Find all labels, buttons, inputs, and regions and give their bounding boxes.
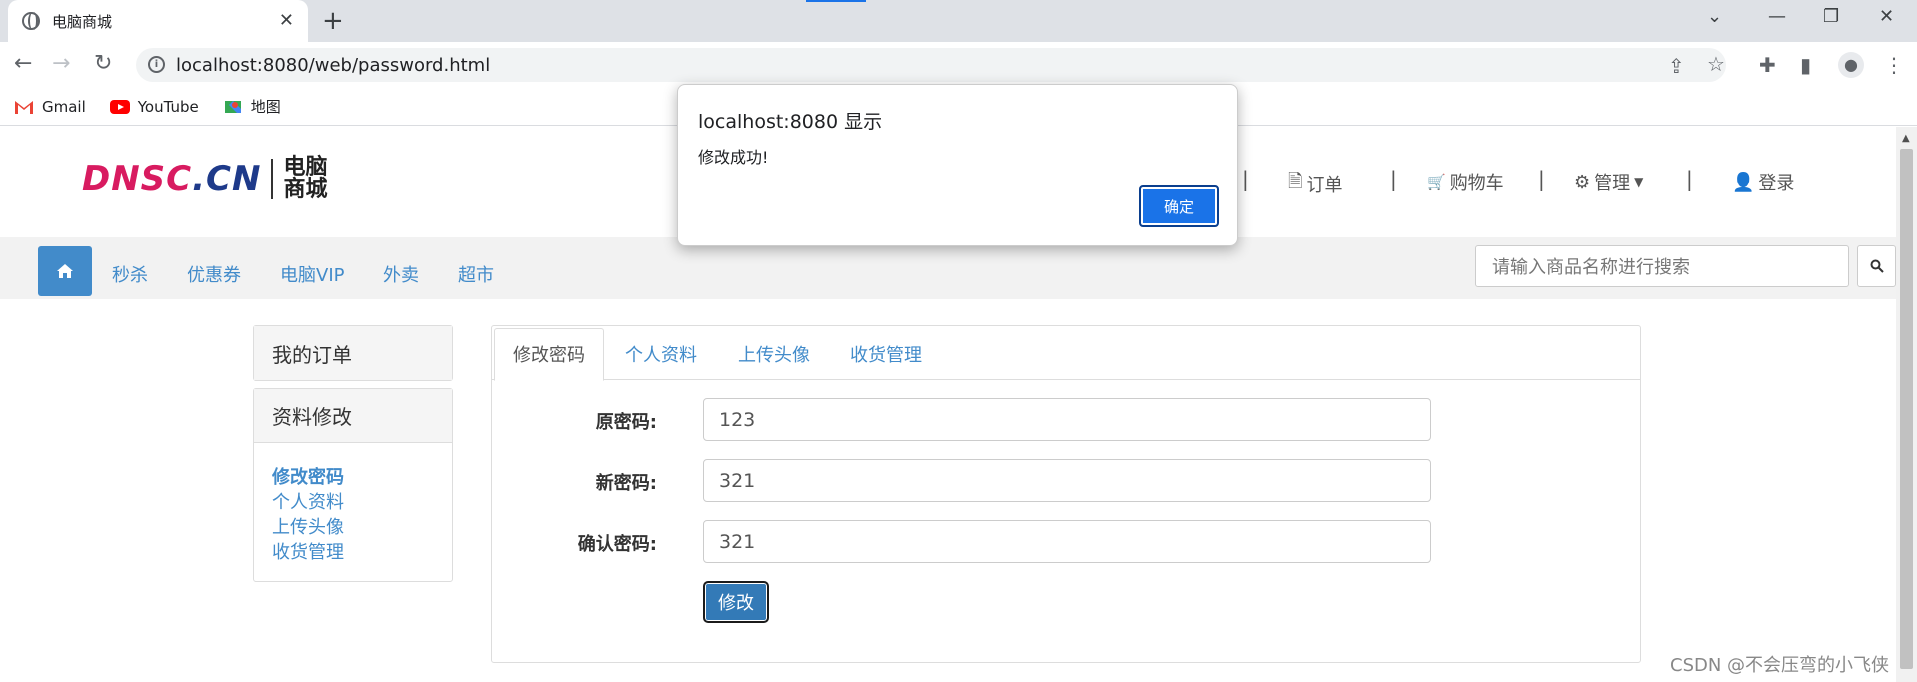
side-panel-icon[interactable]: ▮ xyxy=(1800,53,1811,77)
tab-strip-indicator xyxy=(806,0,866,2)
main-navbar: 秒杀 优惠券 电脑VIP 外卖 超市 请输入商品名称进行搜索 xyxy=(0,237,1896,299)
reload-icon[interactable]: ↻ xyxy=(94,51,112,76)
extensions-icon[interactable]: ✚ xyxy=(1759,53,1776,77)
alert-dialog: localhost:8080 显示 修改成功! 确定 xyxy=(677,84,1238,246)
tab-profile[interactable]: 个人资料 xyxy=(625,341,697,367)
bookmark-label: YouTube xyxy=(137,97,199,116)
bookmark-youtube[interactable]: YouTube xyxy=(109,97,199,116)
logo-wordmark: DNSC.CN xyxy=(82,159,262,199)
cart-icon: 🛒 xyxy=(1427,173,1446,191)
tab-address[interactable]: 收货管理 xyxy=(850,341,922,367)
bookmark-label: 地图 xyxy=(250,98,281,116)
modify-button[interactable]: 修改 xyxy=(703,581,769,623)
tab-change-password[interactable]: 修改密码 xyxy=(494,328,604,381)
tab-search-chevron-icon[interactable]: ⌄ xyxy=(1707,6,1722,27)
sidebar-link-address[interactable]: 收货管理 xyxy=(272,540,434,565)
nav-divider: | xyxy=(1686,167,1693,191)
tab-title: 电脑商城 xyxy=(52,12,113,31)
bookmark-maps[interactable]: 地图 xyxy=(223,96,281,117)
nav-cart[interactable]: 🛒 购物车 xyxy=(1427,169,1504,195)
site-info-icon[interactable]: i xyxy=(148,56,165,73)
menu-kebab-icon[interactable]: ⋮ xyxy=(1884,53,1904,77)
bookmark-label: Gmail xyxy=(42,97,86,116)
confirm-password-label: 确认密码: xyxy=(577,534,657,555)
gears-icon: ⚙ xyxy=(1574,171,1591,193)
new-password-label: 新密码: xyxy=(595,473,657,494)
search-placeholder: 请输入商品名称进行搜索 xyxy=(1492,257,1690,278)
search-icon xyxy=(1870,259,1884,273)
globe-icon xyxy=(22,12,40,30)
page-scrollbar[interactable]: ▲ xyxy=(1896,127,1917,682)
confirm-password-input[interactable]: 321 xyxy=(703,520,1431,563)
file-icon: 🗎 xyxy=(1288,171,1303,192)
password-panel: 修改密码 个人资料 上传头像 收货管理 原密码: 123 新密码: 321 确认… xyxy=(491,325,1641,663)
profile-avatar-icon[interactable]: ● xyxy=(1838,52,1864,78)
back-icon[interactable]: ← xyxy=(14,51,32,76)
sidebar-sublinks: 修改密码 个人资料 上传头像 收货管理 xyxy=(254,443,452,587)
forward-icon[interactable]: → xyxy=(52,51,70,76)
nav-manage-dropdown[interactable]: ⚙ 管理 ▼ xyxy=(1574,169,1643,195)
dialog-ok-button[interactable]: 确定 xyxy=(1139,185,1219,227)
nav-login[interactable]: 👤 登录 xyxy=(1732,169,1794,195)
scrollbar-thumb[interactable] xyxy=(1900,149,1913,669)
share-icon[interactable]: ⇪ xyxy=(1668,54,1685,78)
logo-divider xyxy=(271,159,274,199)
youtube-icon xyxy=(109,99,130,114)
nav-link-seckill[interactable]: 秒杀 xyxy=(112,261,148,287)
nav-link-supermarket[interactable]: 超市 xyxy=(458,261,494,287)
address-bar[interactable]: i localhost:8080/web/password.html ⇪ ☆ xyxy=(136,48,1726,82)
watermark: CSDN @不会压弯的小飞侠 xyxy=(1670,655,1890,676)
old-password-input[interactable]: 123 xyxy=(703,398,1431,441)
sidebar-profile-panel: 资料修改 修改密码 个人资料 上传头像 收货管理 xyxy=(253,388,453,582)
scroll-up-icon[interactable]: ▲ xyxy=(1902,133,1910,144)
nav-link-coupons[interactable]: 优惠券 xyxy=(187,261,241,287)
new-tab-button[interactable]: + xyxy=(322,6,344,36)
browser-toolbar: ← → ↻ i localhost:8080/web/password.html… xyxy=(0,42,1917,88)
sidebar-link-avatar[interactable]: 上传头像 xyxy=(272,515,434,540)
logo-chinese: 电脑 商城 xyxy=(283,155,328,202)
gmail-icon xyxy=(15,100,33,114)
dialog-title: localhost:8080 显示 xyxy=(698,111,883,133)
sidebar-item-my-orders[interactable]: 我的订单 xyxy=(254,326,452,380)
dialog-message: 修改成功! xyxy=(698,148,769,167)
home-button[interactable] xyxy=(38,246,92,296)
nav-link-takeout[interactable]: 外卖 xyxy=(383,261,419,287)
browser-tab-bar: 电脑商城 ✕ + ⌄ — ❐ ✕ xyxy=(0,0,1917,42)
minimize-icon[interactable]: — xyxy=(1768,6,1786,27)
bookmark-star-icon[interactable]: ☆ xyxy=(1707,52,1725,76)
old-password-label: 原密码: xyxy=(595,412,657,433)
panel-tabs: 修改密码 个人资料 上传头像 收货管理 xyxy=(492,326,1640,381)
sidebar-orders-panel: 我的订单 xyxy=(253,325,453,381)
maps-icon xyxy=(224,100,241,113)
url-text: localhost:8080/web/password.html xyxy=(176,54,491,76)
sidebar-link-profile[interactable]: 个人资料 xyxy=(272,490,434,515)
sidebar-item-edit-profile[interactable]: 资料修改 xyxy=(254,389,452,443)
search-input[interactable]: 请输入商品名称进行搜索 xyxy=(1475,245,1849,287)
new-password-input[interactable]: 321 xyxy=(703,459,1431,502)
tab-avatar[interactable]: 上传头像 xyxy=(738,341,810,367)
tab-close-icon[interactable]: ✕ xyxy=(279,10,294,31)
user-icon: 👤 xyxy=(1732,171,1755,193)
home-icon xyxy=(57,264,73,278)
nav-link-vip[interactable]: 电脑VIP xyxy=(280,261,344,287)
sidebar-link-change-password[interactable]: 修改密码 xyxy=(272,465,434,490)
restore-icon[interactable]: ❐ xyxy=(1823,6,1839,27)
browser-tab[interactable]: 电脑商城 ✕ xyxy=(8,0,308,42)
nav-divider: | xyxy=(1390,167,1397,191)
site-logo[interactable]: DNSC.CN 电脑 商城 xyxy=(82,157,327,201)
caret-down-icon: ▼ xyxy=(1634,175,1644,189)
window-close-icon[interactable]: ✕ xyxy=(1879,6,1894,27)
search-button[interactable] xyxy=(1857,245,1896,287)
nav-orders[interactable]: 🗎 订单 xyxy=(1288,169,1342,199)
nav-divider: | xyxy=(1242,167,1249,191)
nav-divider: | xyxy=(1538,167,1545,191)
bookmark-gmail[interactable]: Gmail xyxy=(14,98,86,116)
